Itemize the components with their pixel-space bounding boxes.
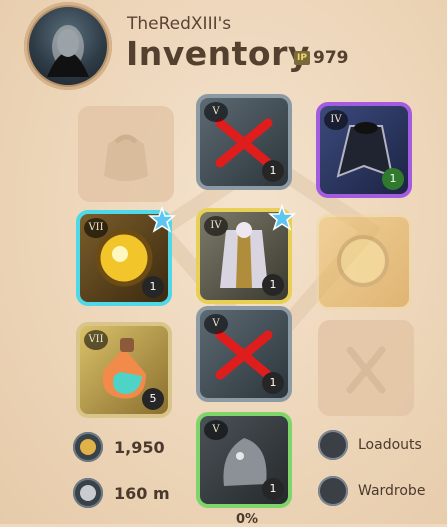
star-icon bbox=[268, 204, 296, 231]
page-title: Inventory bbox=[126, 34, 310, 73]
off-hand-slot[interactable] bbox=[316, 214, 412, 310]
cape-slot[interactable]: IV 1 bbox=[316, 102, 412, 198]
tier-badge: V bbox=[204, 102, 228, 122]
tier-badge: V bbox=[204, 420, 228, 440]
silver-icon bbox=[73, 432, 103, 462]
silver-value: 1,950 bbox=[114, 438, 165, 457]
item-count: 1 bbox=[262, 478, 284, 500]
item-count: 1 bbox=[262, 160, 284, 182]
tier-badge: IV bbox=[324, 110, 348, 130]
item-power-value: 979 bbox=[313, 48, 349, 68]
tier-badge: VII bbox=[84, 330, 108, 350]
weight-icon bbox=[73, 478, 103, 508]
food-icon bbox=[346, 346, 386, 394]
wardrobe-button[interactable]: Wardrobe bbox=[358, 483, 425, 499]
star-icon bbox=[148, 206, 176, 233]
shoes-slot[interactable]: V 1 bbox=[196, 306, 292, 402]
loadouts-button[interactable]: Loadouts bbox=[358, 437, 422, 453]
food-slot[interactable] bbox=[318, 320, 414, 416]
head-slot[interactable]: V 1 bbox=[196, 94, 292, 190]
item-count: 5 bbox=[142, 388, 164, 410]
tier-badge: V bbox=[204, 314, 228, 334]
mount-slot[interactable]: V 1 bbox=[196, 412, 292, 508]
main-hand-slot[interactable]: VII 1 bbox=[76, 206, 176, 306]
weight-value: 160 m bbox=[114, 484, 170, 503]
player-name: TheRedXIII's bbox=[127, 14, 232, 34]
tier-badge: IV bbox=[204, 216, 228, 236]
item-count: 1 bbox=[142, 276, 164, 298]
armor-slot[interactable]: IV 1 bbox=[196, 204, 296, 304]
item-count: 1 bbox=[262, 274, 284, 296]
potion-slot[interactable]: VII 5 bbox=[76, 322, 172, 418]
wardrobe-icon[interactable] bbox=[318, 476, 348, 506]
offhand-orb-icon bbox=[337, 235, 389, 287]
player-avatar[interactable] bbox=[24, 2, 112, 90]
load-percent: 0% bbox=[236, 512, 259, 527]
loadouts-icon[interactable] bbox=[318, 430, 348, 460]
bag-slot[interactable] bbox=[78, 106, 174, 202]
item-power-icon: IP bbox=[294, 51, 310, 65]
bag-icon bbox=[104, 134, 148, 181]
tier-badge: VII bbox=[84, 218, 108, 238]
item-count: 1 bbox=[262, 372, 284, 394]
avatar-image bbox=[29, 7, 107, 85]
item-count: 1 bbox=[382, 168, 404, 190]
